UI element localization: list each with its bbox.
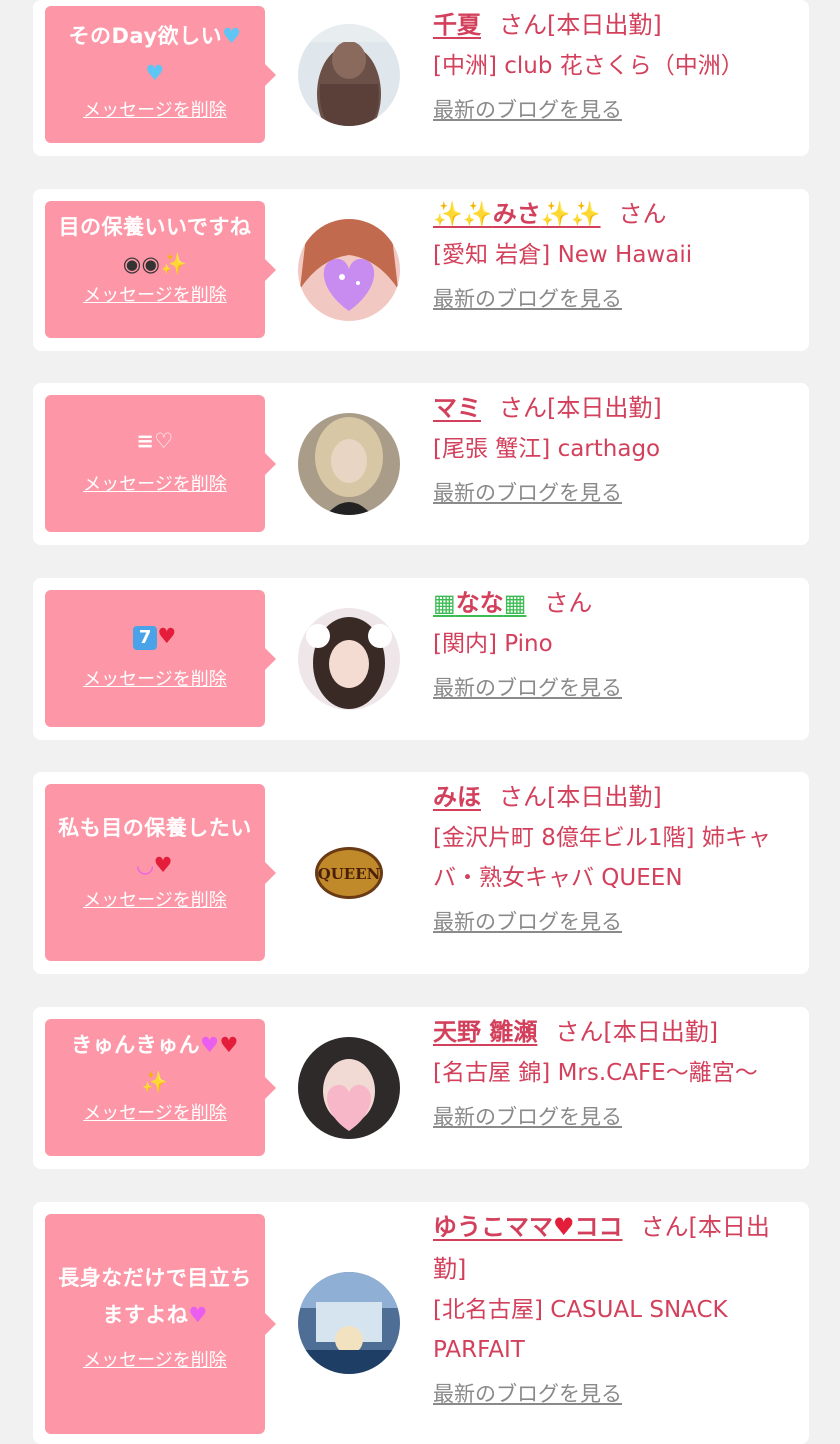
cast-info: ゆうこママ♥ココ さん[本日出勤] [北名古屋] CASUAL SNACK PAR… — [433, 1206, 795, 1408]
honorific: さん — [499, 783, 547, 811]
cast-info: 天野 雛瀬 さん[本日出勤] [名古屋 錦] Mrs.CAFE～離宮～ 最新のブロ… — [433, 1011, 795, 1131]
message-card: 目の保養いいですね ◉◉✨ メッセージを削除 ✨✨みさ✨✨ さん [愛知 岩倉] N… — [33, 189, 809, 351]
latest-blog-link[interactable]: 最新のブログを見る — [433, 94, 622, 124]
message-bubble: ≡♡ メッセージを削除 — [45, 395, 276, 532]
office-building-icon: ▦ — [503, 589, 527, 617]
message-bubble: 私も目の保養したい ◡♥ メッセージを削除 — [45, 784, 276, 961]
latest-blog-link[interactable]: 最新のブログを見る — [433, 1101, 622, 1131]
honorific: さん — [499, 394, 547, 422]
avatar[interactable]: QUEEN — [298, 822, 400, 924]
work-status: [本日出勤] — [603, 1018, 719, 1046]
cast-name-link[interactable]: ✨✨みさ✨✨ — [433, 200, 601, 228]
avatar[interactable] — [298, 413, 400, 515]
sparkles-icon: ✨ — [141, 1070, 169, 1094]
red-heart-icon: ♥ — [553, 1213, 575, 1241]
message-card: 7 ♥ メッセージを削除 ▦なな▦ さん [関内] Pino 最新のブログを見る — [33, 578, 809, 740]
blue-heart-icon: ♥ — [145, 61, 165, 85]
cast-name-link[interactable]: みほ — [433, 783, 481, 811]
message-bubble: そのDay欲しい♥ ♥ メッセージを削除 — [45, 6, 276, 143]
shop-name: [関内] Pino — [433, 631, 553, 657]
avatar[interactable] — [298, 1037, 400, 1139]
message-bubble: きゅんきゅん♥♥ ✨ メッセージを削除 — [45, 1019, 276, 1156]
latest-blog-link[interactable]: 最新のブログを見る — [433, 672, 622, 702]
message-bubble: 長身なだけで目立ちますよね♥ メッセージを削除 — [45, 1214, 276, 1434]
honorific: さん — [499, 11, 547, 39]
honorific: さん — [555, 1018, 604, 1046]
message-text: ≡♡ — [136, 429, 174, 453]
message-card: きゅんきゅん♥♥ ✨ メッセージを削除 天野 雛瀬 さん[本日出勤] [名古屋 錦… — [33, 1007, 809, 1169]
sparkling-heart-icon: ♥ — [200, 1033, 220, 1057]
shop-name: [中洲] club 花さくら（中洲） — [433, 53, 744, 79]
queen-logo-text: QUEEN — [318, 865, 381, 883]
delete-message-link[interactable]: メッセージを削除 — [83, 281, 227, 307]
shop-name: [名古屋 錦] Mrs.CAFE～離宮～ — [433, 1060, 758, 1086]
blue-heart-icon: ♥ — [222, 24, 242, 48]
sparkling-heart-icon: ♥ — [188, 1303, 208, 1327]
work-status: [本日出勤] — [547, 11, 662, 39]
shop-name: [金沢片町 8億年ビル1階] 姉キャバ・熟女キャバ QUEEN — [433, 825, 771, 891]
latest-blog-link[interactable]: 最新のブログを見る — [433, 283, 622, 313]
cast-info: みほ さん[本日出勤] [金沢片町 8億年ビル1階] 姉キャバ・熟女キャバ QUE… — [433, 776, 795, 936]
latest-blog-link[interactable]: 最新のブログを見る — [433, 1378, 622, 1408]
message-card: ≡♡ メッセージを削除 マミ さん[本日出勤] [尾張 蟹江] carthago … — [33, 383, 809, 545]
message-text: 目の保養いいですね — [58, 215, 252, 239]
cast-info: ▦なな▦ さん [関内] Pino 最新のブログを見る — [433, 582, 795, 702]
latest-blog-link[interactable]: 最新のブログを見る — [433, 906, 622, 936]
eyes-icon: ◉◉ — [122, 252, 161, 276]
sparkling-heart-icon: ♥ — [157, 624, 177, 648]
cast-info: 千夏 さん[本日出勤] [中洲] club 花さくら（中洲） 最新のブログを見る — [433, 4, 795, 124]
shop-name: [尾張 蟹江] carthago — [433, 436, 661, 462]
work-status: [本日出勤] — [547, 783, 662, 811]
cast-info: ✨✨みさ✨✨ さん [愛知 岩倉] New Hawaii 最新のブログを見る — [433, 193, 795, 313]
keycap-seven-icon: 7 — [133, 626, 158, 650]
message-card: そのDay欲しい♥ ♥ メッセージを削除 千夏 さん[本日出勤] [中洲] clu… — [33, 0, 809, 156]
message-card: 長身なだけで目立ちますよね♥ メッセージを削除 ゆうこママ♥ココ さん[本日出勤]… — [33, 1202, 809, 1444]
delete-message-link[interactable]: メッセージを削除 — [83, 665, 227, 691]
honorific: さん — [640, 1213, 689, 1241]
message-bubble: 目の保養いいですね ◉◉✨ メッセージを削除 — [45, 201, 276, 338]
avatar[interactable] — [298, 24, 400, 126]
honorific: さん — [618, 200, 667, 228]
cast-name-link[interactable]: ▦なな▦ — [433, 589, 526, 617]
delete-message-link[interactable]: メッセージを削除 — [83, 1346, 227, 1372]
message-text: そのDay欲しい — [68, 24, 223, 48]
cast-name-link[interactable]: ゆうこママ♥ココ — [433, 1213, 623, 1241]
message-bubble: 7 ♥ メッセージを削除 — [45, 590, 276, 727]
shop-name: [愛知 岩倉] New Hawaii — [433, 242, 693, 268]
latest-blog-link[interactable]: 最新のブログを見る — [433, 477, 622, 507]
honorific: さん — [544, 589, 593, 617]
delete-message-link[interactable]: メッセージを削除 — [83, 96, 227, 122]
office-building-icon: ▦ — [433, 589, 456, 617]
sparkles-icon: ✨✨ — [540, 200, 601, 228]
cast-name-link[interactable]: 天野 雛瀬 — [433, 1018, 537, 1046]
delete-message-link[interactable]: メッセージを削除 — [83, 886, 227, 912]
shop-name: [北名古屋] CASUAL SNACK PARFAIT — [433, 1297, 728, 1363]
message-text: 私も目の保養したい — [58, 816, 252, 840]
avatar[interactable] — [298, 1272, 400, 1374]
message-text: きゅんきゅん — [71, 1033, 201, 1057]
two-hearts-icon: ♥ — [153, 853, 173, 877]
cast-info: マミ さん[本日出勤] [尾張 蟹江] carthago 最新のブログを見る — [433, 387, 795, 507]
smile-icon: ◡ — [137, 853, 154, 877]
cast-name-link[interactable]: マミ — [433, 394, 481, 422]
sparkling-heart-icon: ♥ — [219, 1033, 239, 1057]
avatar[interactable] — [298, 219, 400, 321]
delete-message-link[interactable]: メッセージを削除 — [83, 470, 227, 496]
sparkles-icon: ✨ — [160, 252, 188, 276]
sparkles-icon: ✨✨ — [433, 200, 493, 228]
delete-message-link[interactable]: メッセージを削除 — [83, 1099, 227, 1125]
work-status: [本日出勤] — [547, 394, 662, 422]
avatar[interactable] — [298, 608, 400, 710]
cast-name-link[interactable]: 千夏 — [433, 11, 481, 39]
message-text: 長身なだけで目立ちますよね — [58, 1266, 252, 1327]
message-card: 私も目の保養したい ◡♥ メッセージを削除 QUEEN みほ さん[本日出勤] [金… — [33, 772, 809, 974]
